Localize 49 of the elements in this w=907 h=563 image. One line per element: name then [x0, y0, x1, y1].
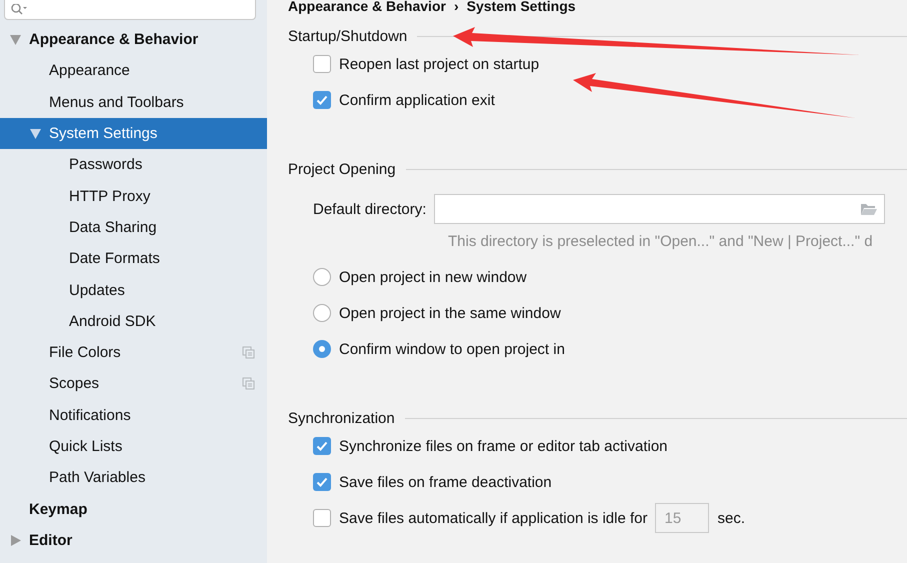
tree-item[interactable]: HTTP Proxy [0, 180, 267, 212]
section-title: Startup/Shutdown [288, 28, 408, 44]
tree-item[interactable]: Data Sharing [0, 212, 267, 244]
field-label: Default directory: [313, 200, 426, 218]
tree-item[interactable]: Path Variables [0, 462, 267, 494]
hint-text: This directory is preselected in "Open..." and "New | Project..." d [447, 232, 874, 252]
radio-label[interactable]: Confirm window to open project in [339, 340, 565, 358]
expanded-arrow-icon[interactable] [29, 127, 42, 140]
breadcrumb-text: Appearance & Behavior [288, 0, 446, 16]
tree-item[interactable]: Date Formats [0, 243, 267, 274]
tree-item[interactable]: Quick Lists [0, 430, 267, 462]
checkbox-label[interactable]: Synchronize files on frame or editor tab activation [339, 438, 668, 454]
collapsed-arrow-icon[interactable] [9, 534, 22, 547]
radio-button[interactable] [313, 304, 331, 322]
radio-button[interactable] [313, 268, 331, 286]
section-title: Synchronization [288, 410, 395, 426]
directory-field[interactable] [434, 194, 885, 224]
expanded-arrow-icon[interactable] [9, 33, 22, 46]
tree-item[interactable]: Appearance [0, 55, 267, 87]
search-icon [11, 4, 27, 16]
radio-button[interactable] [313, 340, 331, 358]
checkbox[interactable] [313, 55, 331, 73]
tree-item[interactable]: Scopes [0, 368, 267, 400]
tree-item[interactable]: Menus and Toolbars [0, 86, 267, 118]
unit-label: sec. [717, 510, 745, 526]
checkbox-label[interactable]: Save files on frame deactivation [339, 474, 552, 490]
radio-label[interactable]: Open project in new window [339, 268, 527, 286]
tree-item[interactable]: Editor [0, 524, 267, 556]
tree-item[interactable]: Notifications [0, 400, 267, 431]
tree-item[interactable]: Passwords [0, 149, 267, 180]
tree-item[interactable]: File Colors [0, 336, 267, 368]
checkbox[interactable] [313, 91, 331, 109]
breadcrumb-text: System Settings [466, 0, 576, 16]
tree-item[interactable]: Appearance & Behavior [0, 24, 267, 56]
search-field[interactable] [4, 0, 256, 20]
checkbox[interactable] [313, 437, 331, 455]
checkbox-label[interactable]: Save files automatically if application is idle for [339, 510, 648, 526]
tree-item[interactable]: Keymap [0, 493, 267, 525]
section-title: Project Opening [288, 160, 396, 178]
breadcrumb-text: › [454, 0, 459, 16]
tree-item[interactable]: Android SDK [0, 306, 267, 337]
folder-icon[interactable] [860, 202, 878, 216]
checkbox-label[interactable]: Confirm application exit [339, 92, 495, 108]
checkbox[interactable] [313, 473, 331, 491]
checkbox[interactable] [313, 509, 331, 527]
radio-label[interactable]: Open project in the same window [339, 304, 561, 322]
tree-item[interactable]: Updates [0, 274, 267, 306]
checkbox-label[interactable]: Reopen last project on startup [339, 56, 540, 72]
tree-item[interactable]: System Settings [0, 118, 267, 150]
